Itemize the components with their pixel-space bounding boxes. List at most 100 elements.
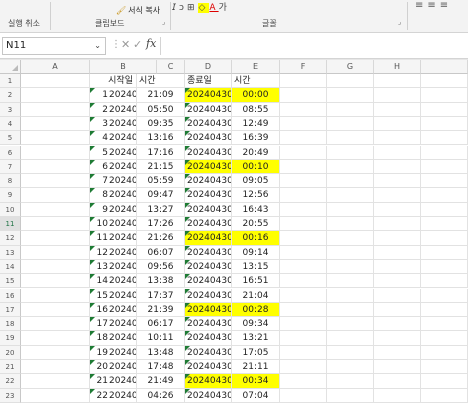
table-cell-start[interactable]: 420240430	[90, 131, 137, 146]
cell[interactable]	[21, 131, 90, 146]
cell[interactable]	[374, 259, 421, 275]
cell[interactable]	[21, 116, 90, 132]
cell[interactable]	[280, 374, 327, 389]
table-cell-start-time[interactable]: 04:26	[137, 388, 185, 403]
cell[interactable]	[280, 188, 327, 203]
table-cell-start[interactable]: 1320240430	[90, 259, 137, 275]
font-color-icon[interactable]: A	[209, 3, 218, 13]
cell[interactable]	[421, 174, 468, 189]
header-cell-end-date[interactable]: 종료일	[185, 74, 232, 89]
table-cell-start[interactable]: 820240430	[90, 188, 137, 203]
clipboard-launcher-icon[interactable]: ⌟	[162, 18, 165, 26]
table-cell-end-date[interactable]: 20240430	[185, 259, 232, 275]
table-cell-start[interactable]: 520240430	[90, 145, 137, 160]
cell[interactable]	[421, 131, 468, 146]
cell[interactable]	[21, 217, 90, 232]
cell[interactable]	[421, 259, 468, 275]
row-header[interactable]: 5	[0, 131, 21, 146]
row-header[interactable]: 6	[0, 145, 21, 160]
table-cell-end-time[interactable]: 09:34	[232, 317, 280, 332]
cell[interactable]	[21, 145, 90, 160]
table-cell-start-time[interactable]: 17:16	[137, 145, 185, 160]
table-cell-start-time[interactable]: 09:47	[137, 188, 185, 203]
table-cell-start[interactable]: 1620240430	[90, 302, 137, 318]
table-cell-end-time[interactable]: 07:04	[232, 388, 280, 403]
table-cell-end-time[interactable]: 09:14	[232, 245, 280, 260]
table-cell-start-time[interactable]: 21:26	[137, 231, 185, 246]
table-cell-start-time[interactable]: 17:37	[137, 288, 185, 303]
row-header[interactable]: 17	[0, 302, 21, 318]
row-header[interactable]: 1	[0, 74, 21, 89]
cell[interactable]	[421, 317, 468, 332]
table-cell-start-time[interactable]: 09:56	[137, 259, 185, 275]
cell[interactable]	[421, 388, 468, 403]
cell[interactable]	[374, 145, 421, 160]
row-header[interactable]: 10	[0, 202, 21, 217]
align-left-icon[interactable]: ≡	[415, 0, 427, 11]
cell[interactable]	[374, 274, 421, 289]
more-icon[interactable]: ⋮	[111, 39, 121, 50]
column-header-b[interactable]: B	[90, 60, 157, 74]
cell[interactable]	[327, 116, 374, 132]
row-header[interactable]: 2	[0, 88, 21, 103]
cell[interactable]	[21, 88, 90, 103]
row-header[interactable]: 11	[0, 217, 21, 232]
cell[interactable]	[280, 231, 327, 246]
table-cell-end-time[interactable]: 21:04	[232, 288, 280, 303]
cell[interactable]	[21, 259, 90, 275]
formula-input[interactable]	[160, 37, 468, 55]
cell[interactable]	[21, 274, 90, 289]
table-cell-end-date[interactable]: 20240430	[185, 102, 232, 117]
cell[interactable]	[280, 302, 327, 318]
table-cell-end-time[interactable]: 12:56	[232, 188, 280, 203]
table-cell-start[interactable]: 720240430	[90, 174, 137, 189]
row-header[interactable]: 13	[0, 245, 21, 260]
cell[interactable]	[374, 174, 421, 189]
italic-icon[interactable]: 𝘐	[172, 3, 179, 13]
table-cell-end-date[interactable]: 20240430	[185, 188, 232, 203]
table-cell-end-date[interactable]: 20240430	[185, 202, 232, 217]
cell[interactable]	[327, 388, 374, 403]
insert-function-icon[interactable]: fx	[146, 37, 156, 50]
border-icon[interactable]: ⊞	[187, 3, 198, 13]
cell[interactable]	[421, 360, 468, 375]
cell[interactable]	[327, 360, 374, 375]
table-cell-start[interactable]: 2220240430	[90, 388, 137, 403]
table-cell-start-time[interactable]: 21:39	[137, 302, 185, 318]
table-cell-start-time[interactable]: 13:38	[137, 274, 185, 289]
cell[interactable]	[280, 245, 327, 260]
cell[interactable]	[421, 288, 468, 303]
table-cell-start[interactable]: 1220240430	[90, 245, 137, 260]
row-header[interactable]: 3	[0, 102, 21, 117]
table-cell-start-time[interactable]: 09:35	[137, 116, 185, 132]
table-cell-end-time[interactable]: 00:00	[232, 88, 280, 103]
name-box[interactable]: N11 ⌄	[2, 37, 106, 55]
cell[interactable]	[280, 345, 327, 360]
cell[interactable]	[327, 274, 374, 289]
table-cell-start-time[interactable]: 05:59	[137, 174, 185, 189]
cancel-icon[interactable]: ✕	[121, 38, 130, 51]
table-cell-start-time[interactable]: 06:17	[137, 317, 185, 332]
cell[interactable]	[21, 74, 90, 89]
table-cell-start[interactable]: 1020240430	[90, 217, 137, 232]
table-cell-end-time[interactable]: 00:34	[232, 374, 280, 389]
header-cell-start-time[interactable]: 시간	[137, 74, 185, 89]
cell[interactable]	[21, 202, 90, 217]
cell[interactable]	[421, 116, 468, 132]
cell[interactable]	[327, 145, 374, 160]
table-cell-start[interactable]: 1520240430	[90, 288, 137, 303]
cell[interactable]	[21, 245, 90, 260]
column-header-f[interactable]: F	[280, 60, 327, 74]
chevron-down-icon[interactable]: ⌄	[94, 38, 101, 54]
cell[interactable]	[21, 174, 90, 189]
row-header[interactable]: 18	[0, 317, 21, 332]
row-header[interactable]: 23	[0, 388, 21, 403]
table-cell-start[interactable]: 220240430	[90, 102, 137, 117]
table-cell-start[interactable]: 320240430	[90, 116, 137, 132]
cell[interactable]	[374, 331, 421, 346]
row-header[interactable]: 16	[0, 288, 21, 303]
cell[interactable]	[374, 388, 421, 403]
cell[interactable]	[421, 231, 468, 246]
cell[interactable]	[421, 145, 468, 160]
table-cell-end-time[interactable]: 13:21	[232, 331, 280, 346]
